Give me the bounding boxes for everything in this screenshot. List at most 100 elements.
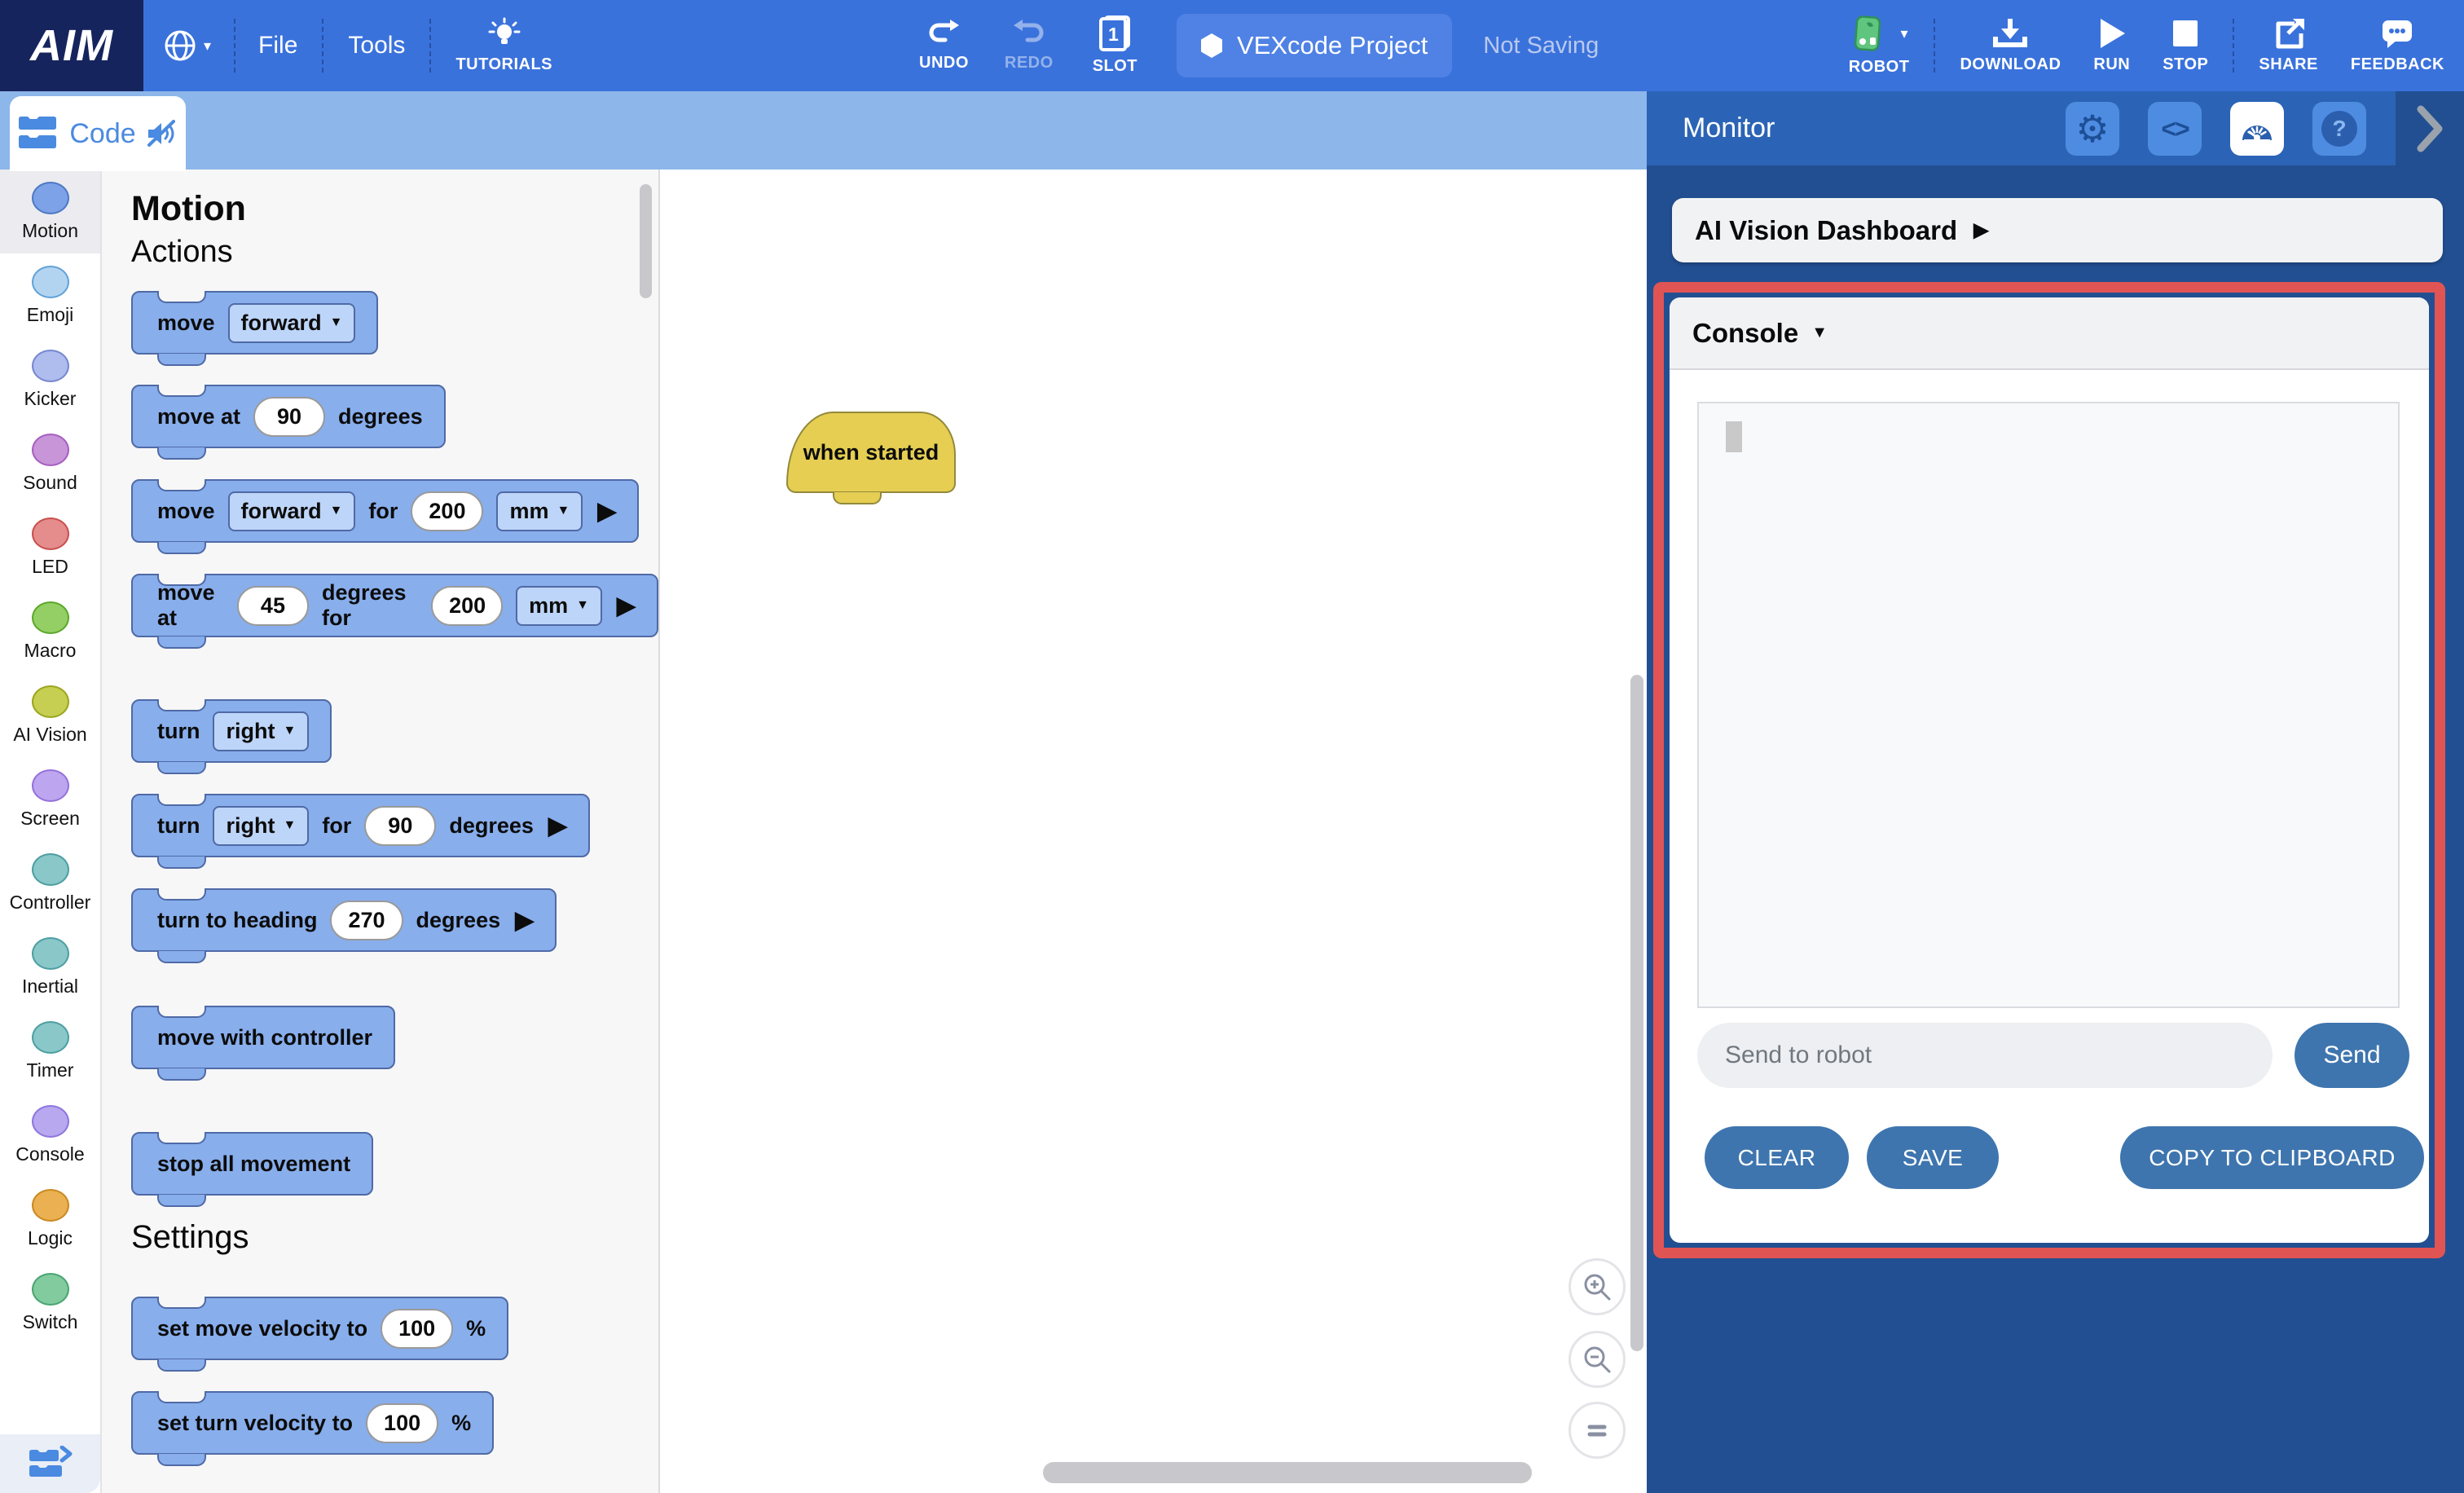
degrees-input[interactable]: 45 [237,586,309,626]
units-dropdown[interactable]: mm▼ [516,586,602,626]
file-menu[interactable]: File [258,32,297,59]
sidebar-item-led[interactable]: LED [0,505,100,589]
zoom-in-button[interactable] [1569,1258,1626,1315]
robot-menu[interactable]: ▾ ROBOT [1849,15,1910,77]
workspace-canvas[interactable]: when started [660,170,1647,1493]
monitor-title: Monitor [1683,112,1775,144]
sidebar-item-ai-vision[interactable]: AI Vision [0,673,100,757]
code-brackets-icon: <> [2161,114,2188,144]
monitor-help-button[interactable]: ? [2312,102,2366,156]
block-turn-for-degrees[interactable]: turn right▼ for 90 degrees ▶ [131,794,590,857]
language-menu[interactable]: ▾ [163,29,211,63]
monitor-settings-button[interactable]: ⚙ [2066,102,2119,156]
expand-arrow-icon[interactable]: ▶ [548,812,567,840]
tab-strip [0,91,1647,170]
velocity-input[interactable]: 100 [366,1403,438,1443]
sidebar-item-switch[interactable]: Switch [0,1261,100,1345]
save-button[interactable]: SAVE [1867,1126,1999,1189]
redo-button[interactable]: REDO [1005,19,1054,73]
monitor-panel: Monitor ⚙ <> ? AI Vision Dashboard [1647,91,2464,1493]
block-move[interactable]: move forward▼ [131,291,378,355]
clear-button[interactable]: CLEAR [1705,1126,1849,1189]
sidebar-item-controller[interactable]: Controller [0,841,100,925]
block-move-at-degrees-for-distance[interactable]: move at 45 degrees for 200 mm▼ ▶ [131,574,658,637]
turn-direction-dropdown[interactable]: right▼ [213,806,309,846]
sidebar-item-screen[interactable]: Screen [0,757,100,841]
stop-button[interactable]: STOP [2163,17,2208,74]
block-stop-all-movement[interactable]: stop all movement [131,1132,373,1196]
ai-vision-dashboard-toggle[interactable]: AI Vision Dashboard ▶ [1672,198,2443,262]
block-turn[interactable]: turn right▼ [131,699,332,763]
tools-menu[interactable]: Tools [348,32,405,59]
send-button[interactable]: Send [2295,1023,2409,1088]
degrees-input[interactable]: 90 [253,397,325,437]
turn-direction-dropdown[interactable]: right▼ [213,711,309,751]
feedback-button[interactable]: FEEDBACK [2351,17,2444,74]
sidebar-item-logic[interactable]: Logic [0,1177,100,1261]
feedback-icon [2379,17,2415,50]
blocks-icon [17,116,59,152]
console-output-area[interactable] [1697,402,2400,1008]
distance-input[interactable]: 200 [431,586,503,626]
sidebar-item-sound[interactable]: Sound [0,421,100,505]
monitor-header: Monitor ⚙ <> ? [1647,91,2464,165]
palette-section-settings: Settings [131,1219,249,1256]
monitor-code-button[interactable]: <> [2148,102,2202,156]
share-button[interactable]: SHARE [2259,17,2318,74]
undo-icon [926,19,961,48]
expand-arrow-icon[interactable]: ▶ [617,592,636,620]
block-move-for-distance[interactable]: move forward▼ for 200 mm▼ ▶ [131,479,639,543]
monitor-dashboard-button[interactable] [2230,102,2284,156]
palette-category-title: Motion [131,189,246,229]
zoom-reset-button[interactable] [1569,1402,1626,1459]
block-set-turn-velocity[interactable]: set turn velocity to 100 % [131,1391,494,1455]
category-dot [32,517,69,550]
sidebar-item-motion[interactable]: Motion [0,170,100,253]
sidebar-item-kicker[interactable]: Kicker [0,337,100,421]
top-toolbar: AIM ▾ File Tools TUTORIALS UNDO [0,0,2464,91]
tutorials-button[interactable]: TUTORIALS [455,17,552,74]
sidebar-item-console[interactable]: Console [0,1093,100,1177]
direction-dropdown[interactable]: forward▼ [228,303,356,343]
hexagon-icon [1201,33,1222,58]
block-set-move-velocity[interactable]: set move velocity to 100 % [131,1297,508,1360]
velocity-input[interactable]: 100 [381,1309,453,1349]
console-header-toggle[interactable]: Console ▼ [1670,297,2429,370]
copy-to-clipboard-button[interactable]: COPY TO CLIPBOARD [2120,1126,2424,1189]
divider [1934,19,1935,73]
divider [234,19,235,73]
blocks-text-toggle[interactable] [0,1434,100,1493]
sidebar-item-timer[interactable]: Timer [0,1009,100,1093]
expand-arrow-icon[interactable]: ▶ [515,906,534,935]
heading-input[interactable]: 270 [330,901,403,940]
panel-collapse-button[interactable] [2396,91,2464,165]
sidebar-item-inertial[interactable]: Inertial [0,925,100,1009]
expand-arrow-icon[interactable]: ▶ [597,497,616,526]
sidebar-item-emoji[interactable]: Emoji [0,253,100,337]
direction-dropdown[interactable]: forward▼ [228,491,356,531]
send-to-robot-input[interactable] [1697,1023,2273,1088]
block-turn-to-heading[interactable]: turn to heading 270 degrees ▶ [131,888,557,952]
degrees-input[interactable]: 90 [364,806,436,846]
palette-scrollbar[interactable] [640,184,652,298]
block-move-at-degrees[interactable]: move at 90 degrees [131,385,446,448]
block-when-started[interactable]: when started [786,412,956,493]
chevron-down-icon: ▾ [204,37,211,55]
zoom-out-button[interactable] [1569,1331,1626,1388]
sidebar-item-macro[interactable]: Macro [0,589,100,673]
block-move-with-controller[interactable]: move with controller [131,1006,395,1069]
units-dropdown[interactable]: mm▼ [496,491,583,531]
chevron-down-icon: ▼ [283,818,296,833]
share-icon [2272,17,2306,50]
category-dot [32,266,69,298]
save-status: Not Saving [1483,33,1599,59]
download-button[interactable]: DOWNLOAD [1960,17,2061,74]
distance-input[interactable]: 200 [411,491,483,531]
canvas-horizontal-scrollbar[interactable] [1043,1462,1532,1483]
slot-button[interactable]: 1 SLOT [1093,15,1137,76]
tab-code[interactable]: Code [10,96,186,171]
run-button[interactable]: RUN [2093,17,2130,74]
undo-button[interactable]: UNDO [919,19,969,73]
project-name-button[interactable]: VEXcode Project [1177,14,1452,77]
canvas-vertical-scrollbar[interactable] [1630,675,1643,1351]
